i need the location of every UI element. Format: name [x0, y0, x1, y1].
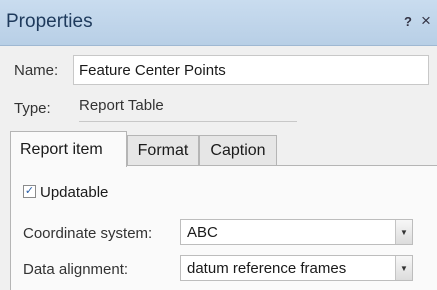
updatable-checkbox[interactable]: ✓ [23, 185, 36, 198]
close-button[interactable]: × [421, 11, 431, 31]
checkmark-icon: ✓ [24, 185, 35, 197]
tab-caption[interactable]: Caption [199, 135, 277, 165]
data-alignment-label: Data alignment: [23, 261, 129, 278]
coordinate-system-value: ABC [187, 223, 218, 241]
type-value: Report Table [79, 97, 297, 122]
title-bar: Properties ? × [0, 0, 437, 46]
chevron-down-icon[interactable]: ▼ [395, 220, 412, 244]
coordinate-system-label: Coordinate system: [23, 225, 153, 242]
window-title: Properties [6, 11, 93, 32]
data-alignment-select[interactable]: datum reference frames ▼ [180, 255, 413, 281]
updatable-label: Updatable [40, 184, 109, 201]
data-alignment-value: datum reference frames [187, 259, 347, 277]
type-label: Type: [14, 100, 51, 117]
name-label: Name: [14, 62, 59, 79]
tab-report-item[interactable]: Report item [10, 131, 127, 167]
coordinate-system-select[interactable]: ABC ▼ [180, 219, 413, 245]
tab-format[interactable]: Format [127, 135, 199, 165]
help-button[interactable]: ? [404, 14, 412, 29]
chevron-down-icon[interactable]: ▼ [395, 256, 412, 280]
name-field[interactable] [73, 55, 429, 85]
